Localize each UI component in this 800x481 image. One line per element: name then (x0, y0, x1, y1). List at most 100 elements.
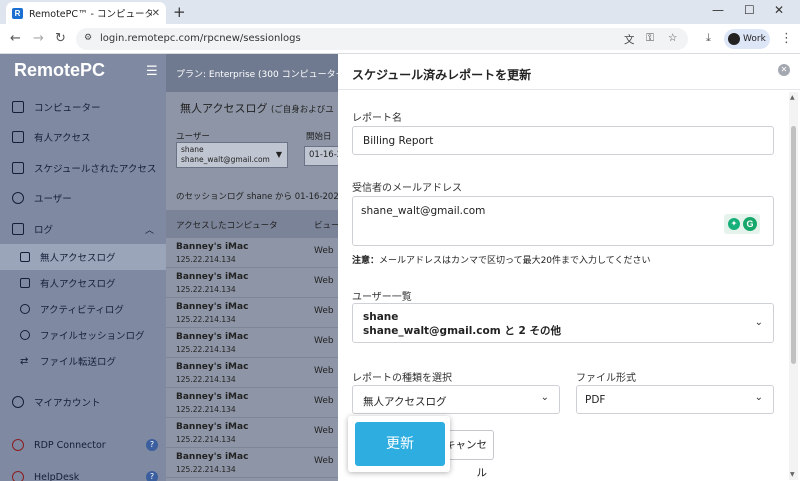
close-tab-icon[interactable]: ✕ (152, 8, 160, 19)
row-via: Web (314, 336, 334, 346)
maximize-icon[interactable]: ☐ (744, 3, 755, 17)
profile-button[interactable]: Work (724, 29, 770, 49)
recipients-textarea[interactable]: shane_walt@gmail.com (352, 196, 774, 246)
users-line1: shane (363, 311, 399, 323)
row-via: Web (314, 426, 334, 436)
page-title: 無人アクセスログ (ご自身およびユ (180, 100, 334, 116)
chevron-down-icon: ⌄ (754, 317, 763, 328)
caret-down-icon: ▼ (275, 150, 282, 159)
table-row[interactable]: Banney's iMac 125.22.214.134 Web (166, 418, 338, 448)
avatar (728, 33, 740, 45)
panel-scrollbar[interactable]: ▲ ▼ (789, 92, 798, 480)
sidebar-item-file-session-log[interactable]: ファイルセッションログ (0, 322, 166, 348)
panel-header: スケジュール済みレポートを更新 ✕ (338, 54, 800, 90)
table-row[interactable]: Banney's iMac 125.22.214.134 Web (166, 298, 338, 328)
main-content: 無人アクセスログ (ご自身およびユ ユーザー 開始日 shane shane_w… (166, 92, 338, 481)
row-computer: Banney's iMac (176, 392, 249, 402)
menu-dots-icon[interactable]: ⋮ (780, 31, 793, 46)
sidebar-item-rdp-connector[interactable]: RDP Connector? (0, 432, 166, 458)
monitor-icon (12, 131, 24, 143)
sidebar-item-attended-log[interactable]: 有人アクセスログ (0, 270, 166, 296)
top-bar: プラン: Enterprise (300 コンピューター) (166, 54, 348, 92)
row-computer: Banney's iMac (176, 302, 249, 312)
sidebar-item-activity-log[interactable]: アクティビティログ (0, 296, 166, 322)
help-icon[interactable]: ? (146, 439, 158, 451)
close-window-icon[interactable]: ✕ (774, 3, 784, 17)
site-info-icon[interactable]: ⚙ (84, 33, 92, 43)
row-ip: 125.22.214.134 (176, 375, 236, 384)
sidebar-item-label: HelpDesk (34, 471, 80, 481)
sidebar-item-logs[interactable]: ログ ︿ (0, 216, 166, 242)
users-label: ユーザー一覧 (352, 292, 412, 303)
column-header-computer: アクセスしたコンピュータ (176, 221, 278, 231)
row-ip: 125.22.214.134 (176, 435, 236, 444)
file-format-label: ファイル形式 (576, 373, 636, 384)
log-icon (20, 278, 30, 288)
row-ip: 125.22.214.134 (176, 405, 236, 414)
bookmark-star-icon[interactable]: ☆ (668, 32, 677, 44)
table-header: アクセスしたコンピュータ ビュー (166, 210, 338, 238)
sidebar-item-label: ファイル転送ログ (40, 357, 117, 368)
table-row[interactable]: Banney's iMac 125.22.214.134 Web (166, 388, 338, 418)
back-icon[interactable]: ← (10, 31, 21, 46)
forward-icon[interactable]: → (33, 31, 44, 46)
table-row[interactable]: Banney's iMac 125.22.214.134 Web (166, 268, 338, 298)
report-name-input[interactable]: Billing Report (352, 126, 774, 155)
chevron-down-icon: ⌄ (540, 392, 549, 403)
table-row[interactable]: Banney's iMac 125.22.214.134 Web (166, 448, 338, 478)
table-row[interactable]: Banney's iMac 125.22.214.134 Web (166, 358, 338, 388)
table-row[interactable]: Banney's iMac 125.22.214.134 Web (166, 328, 338, 358)
key-icon[interactable]: ⚿ (646, 32, 654, 45)
scroll-up-icon[interactable]: ▲ (790, 94, 795, 101)
session-info: のセッションログ shane から 01-16-2026 (176, 192, 338, 202)
report-type-value: 無人アクセスログ (363, 396, 447, 408)
sidebar-item-computers[interactable]: コンピューター (0, 94, 166, 120)
reload-icon[interactable]: ↻ (55, 31, 66, 46)
file-format-select[interactable]: PDF ⌄ (576, 385, 774, 414)
url-field[interactable]: ⚙ login.remotepc.com/rpcnew/sessionlogs … (76, 28, 688, 50)
sidebar-item-unattended-log[interactable]: 無人アクセスログ (0, 244, 166, 270)
row-via: Web (314, 306, 334, 316)
scrollbar-thumb[interactable] (791, 126, 796, 364)
sidebar-item-file-transfer-log[interactable]: ⇄ ファイル転送ログ (0, 348, 166, 374)
log-icon (12, 223, 24, 235)
sidebar-item-attended[interactable]: 有人アクセス (0, 124, 166, 150)
table-row[interactable]: Banney's iMac 125.22.214.134 Web (166, 238, 338, 268)
hamburger-icon[interactable]: ☰ (146, 64, 158, 79)
browser-tab[interactable]: R RemotePC™ - コンピューター ✕ (6, 2, 166, 24)
report-type-label: レポートの種類を選択 (352, 373, 452, 384)
page-title-text: 無人アクセスログ (180, 102, 268, 115)
update-button[interactable]: 更新 (355, 422, 445, 466)
users-select[interactable]: shane shane_walt@gmail.com と 2 その他 ⌄ (352, 303, 774, 343)
new-tab-icon[interactable]: + (173, 3, 186, 21)
row-via: Web (314, 246, 334, 256)
sidebar-item-my-account[interactable]: マイアカウント (0, 389, 166, 415)
sidebar-item-scheduled[interactable]: スケジュールされたアクセス (0, 155, 166, 181)
update-button-highlight: 更新 (348, 416, 450, 472)
lightbulb-icon[interactable]: ✦ (728, 218, 740, 230)
scroll-down-icon[interactable]: ▼ (790, 471, 795, 478)
log-icon (20, 252, 30, 262)
user-filter-select[interactable]: shane shane_walt@gmail.com ▼ (176, 142, 288, 168)
report-type-select[interactable]: 無人アクセスログ ⌄ (352, 385, 560, 414)
user-filter-email: shane_walt@gmail.com (181, 155, 270, 164)
sidebar-item-label: スケジュールされたアクセス (34, 164, 157, 175)
start-date-label: 開始日 (306, 132, 332, 142)
sidebar-item-helpdesk[interactable]: HelpDesk? (0, 464, 166, 481)
download-icon[interactable]: ⤓ (706, 31, 711, 45)
grammarly-icon[interactable]: G (743, 217, 757, 231)
gear-icon (20, 304, 30, 314)
grammarly-widget[interactable]: ✦ G (724, 214, 760, 234)
minimize-icon[interactable]: — (712, 3, 724, 17)
translate-icon[interactable]: 文 (624, 32, 635, 47)
sidebar-item-users[interactable]: ユーザー (0, 185, 166, 211)
close-icon[interactable]: ✕ (778, 64, 790, 76)
row-computer: Banney's iMac (176, 452, 249, 462)
help-icon[interactable]: ? (146, 471, 158, 481)
sidebar-item-label: ファイルセッションログ (40, 331, 145, 342)
report-name-label: レポート名 (352, 113, 402, 124)
sidebar: RemotePC ☰ コンピューター 有人アクセス スケジュールされたアクセス … (0, 54, 166, 481)
start-date-input[interactable]: 01-16-2 (304, 146, 338, 166)
user-icon (12, 396, 24, 408)
row-ip: 125.22.214.134 (176, 255, 236, 264)
